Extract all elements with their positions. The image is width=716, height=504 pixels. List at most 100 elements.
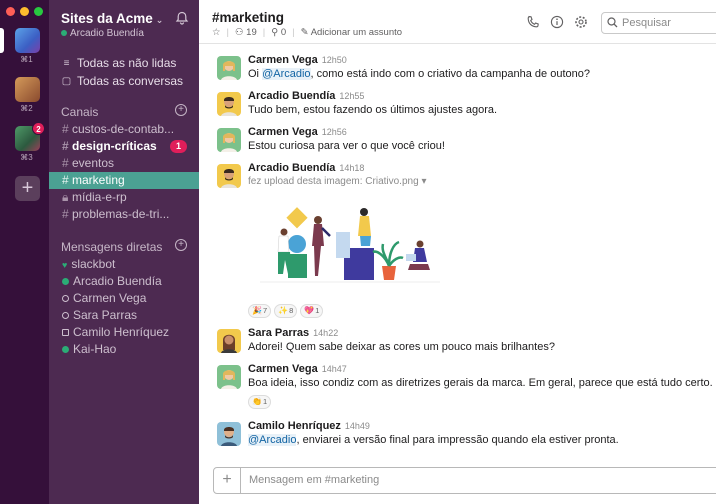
zoom-window-button[interactable]	[34, 7, 43, 16]
workspace-3-badge: 2	[32, 122, 45, 135]
dms-section-header[interactable]: Mensagens diretas +	[61, 239, 187, 254]
minimize-window-button[interactable]	[20, 7, 29, 16]
author-name[interactable]: Arcadio Buendía	[248, 162, 335, 174]
dm-item[interactable]: Carmen Vega	[49, 290, 199, 307]
message-composer[interactable]: + Mensagem em #marketing	[213, 467, 716, 494]
timestamp[interactable]: 14h49	[345, 421, 370, 431]
star-icon[interactable]: ☆	[212, 27, 221, 38]
channel-item[interactable]: # design-críticas 1	[49, 138, 199, 155]
threads-icon: ▢	[61, 75, 72, 87]
pins-count[interactable]: ⚲ 0	[271, 27, 286, 38]
bell-icon[interactable]	[175, 11, 189, 25]
author-name[interactable]: Carmen Vega	[248, 363, 318, 375]
avatar-arcadio[interactable]	[217, 92, 241, 116]
timestamp[interactable]: 12h56	[322, 127, 347, 137]
hash-icon: #	[62, 173, 69, 187]
reaction-button[interactable]: ✨ 8	[274, 304, 298, 318]
chevron-down-icon: ⌄	[155, 15, 164, 25]
reactions: 🎉 7 ✨ 8 💖 1	[248, 304, 324, 318]
chevron-down-icon[interactable]: ▾	[421, 176, 426, 187]
hash-icon: #	[62, 207, 69, 221]
workspace-3-shortcut: ⌘3	[20, 153, 33, 162]
reactions: 👏 1	[248, 395, 272, 409]
timestamp[interactable]: 14h18	[339, 163, 364, 173]
message-text: Tudo bem, estou fazendo os últimos ajust…	[248, 104, 498, 116]
hash-icon: #	[62, 139, 69, 153]
workspace-1-button[interactable]	[15, 28, 40, 53]
nav-all-unreads[interactable]: ≡ Todas as não lidas	[61, 56, 177, 70]
avatar-carmen[interactable]	[217, 128, 241, 152]
lock-icon: 🔒︎	[62, 190, 69, 204]
reaction-button[interactable]: 💖 1	[300, 304, 324, 318]
author-name[interactable]: Carmen Vega	[248, 126, 318, 138]
presence-online-icon	[61, 30, 67, 36]
channel-item[interactable]: # problemas-de-tri...	[49, 206, 199, 223]
close-window-button[interactable]	[6, 7, 15, 16]
workspace-1-shortcut: ⌘1	[20, 55, 33, 64]
unread-badge: 1	[169, 140, 187, 153]
timestamp[interactable]: 14h22	[313, 328, 338, 338]
channel-item[interactable]: # custos-de-contab...	[49, 121, 199, 138]
phone-icon[interactable]	[526, 15, 540, 29]
dm-item[interactable]: Arcadio Buendía	[49, 273, 199, 290]
timestamp[interactable]: 12h50	[322, 55, 347, 65]
channels-section-header[interactable]: Canais +	[61, 104, 187, 119]
mention-link[interactable]: @Arcadio	[262, 68, 311, 80]
avatar-carmen[interactable]	[217, 365, 241, 389]
message-text: Boa ideia, isso condiz com as diretrizes…	[248, 377, 713, 389]
nav-all-threads[interactable]: ▢ Todas as conversas	[61, 74, 183, 88]
message-text: Adorei! Quem sabe deixar as cores um pou…	[248, 341, 555, 353]
channel-item-active[interactable]: # marketing	[49, 172, 199, 189]
person-icon: ⚇	[235, 27, 244, 38]
timestamp[interactable]: 12h55	[339, 91, 364, 101]
presence-online-icon	[62, 346, 69, 353]
gear-icon[interactable]	[574, 15, 588, 29]
channel-item[interactable]: # eventos	[49, 155, 199, 172]
search-icon	[607, 17, 618, 28]
workspace-selected-indicator	[0, 28, 4, 53]
current-user[interactable]: Arcadio Buendía	[61, 28, 144, 39]
search-input[interactable]: Pesquisar	[601, 12, 716, 34]
attach-plus-button[interactable]: +	[214, 468, 241, 493]
message-text: @Arcadio, enviarei a versão final para i…	[248, 434, 619, 446]
author-name[interactable]: Arcadio Buendía	[248, 90, 335, 102]
avatar-camilo[interactable]	[217, 422, 241, 446]
team-name[interactable]: Sites da Acme ⌄	[61, 11, 163, 26]
workspace-rail: ⌘1 ⌘2 2 ⌘3 +	[0, 0, 49, 504]
author-name[interactable]: Sara Parras	[248, 327, 309, 339]
channel-header: #marketing ☆ | ⚇ 19 | ⚲ 0 | ✎ Adicionar …	[199, 0, 716, 44]
avatar-sara[interactable]	[217, 329, 241, 353]
heart-icon: ♥	[62, 260, 68, 270]
channel-item[interactable]: 🔒︎ mídia-e-rp	[49, 189, 199, 206]
window-controls	[6, 7, 43, 16]
author-name[interactable]: Carmen Vega	[248, 54, 318, 66]
avatar-carmen[interactable]	[217, 56, 241, 80]
dm-item[interactable]: ♥ slackbot	[49, 256, 199, 273]
reaction-button[interactable]: 🎉 7	[248, 304, 272, 318]
info-icon[interactable]	[550, 15, 564, 29]
members-count[interactable]: ⚇ 19	[235, 27, 257, 38]
dm-item[interactable]: Kai-Hao	[49, 341, 199, 358]
reaction-button[interactable]: 👏 1	[248, 395, 272, 409]
pin-icon: ⚲	[271, 27, 279, 38]
sidebar: Sites da Acme ⌄ Arcadio Buendía ≡ Todas as…	[49, 0, 199, 504]
workspace-2-button[interactable]	[15, 77, 40, 102]
add-topic-link[interactable]: ✎ Adicionar um assunto	[301, 27, 402, 38]
dm-item[interactable]: Camilo Henríquez	[49, 324, 199, 341]
mention-link[interactable]: @Arcadio	[248, 434, 297, 446]
unreads-icon: ≡	[63, 57, 70, 69]
channel-title[interactable]: #marketing	[212, 10, 284, 25]
avatar-arcadio[interactable]	[217, 164, 241, 188]
uploaded-image[interactable]	[260, 206, 440, 286]
author-name[interactable]: Camilo Henríquez	[248, 420, 341, 432]
composer-placeholder: Mensagem em #marketing	[249, 474, 380, 486]
hash-icon: #	[62, 122, 69, 136]
dm-item[interactable]: Sara Parras	[49, 307, 199, 324]
add-channel-icon[interactable]: +	[175, 104, 187, 116]
upload-caption: fez upload desta imagem: Criativo.png ▾	[248, 176, 427, 187]
add-dm-icon[interactable]: +	[175, 239, 187, 251]
pencil-icon: ✎	[300, 27, 309, 38]
timestamp[interactable]: 14h47	[322, 364, 347, 374]
add-workspace-button[interactable]: +	[15, 176, 40, 201]
presence-away-icon	[62, 295, 69, 302]
